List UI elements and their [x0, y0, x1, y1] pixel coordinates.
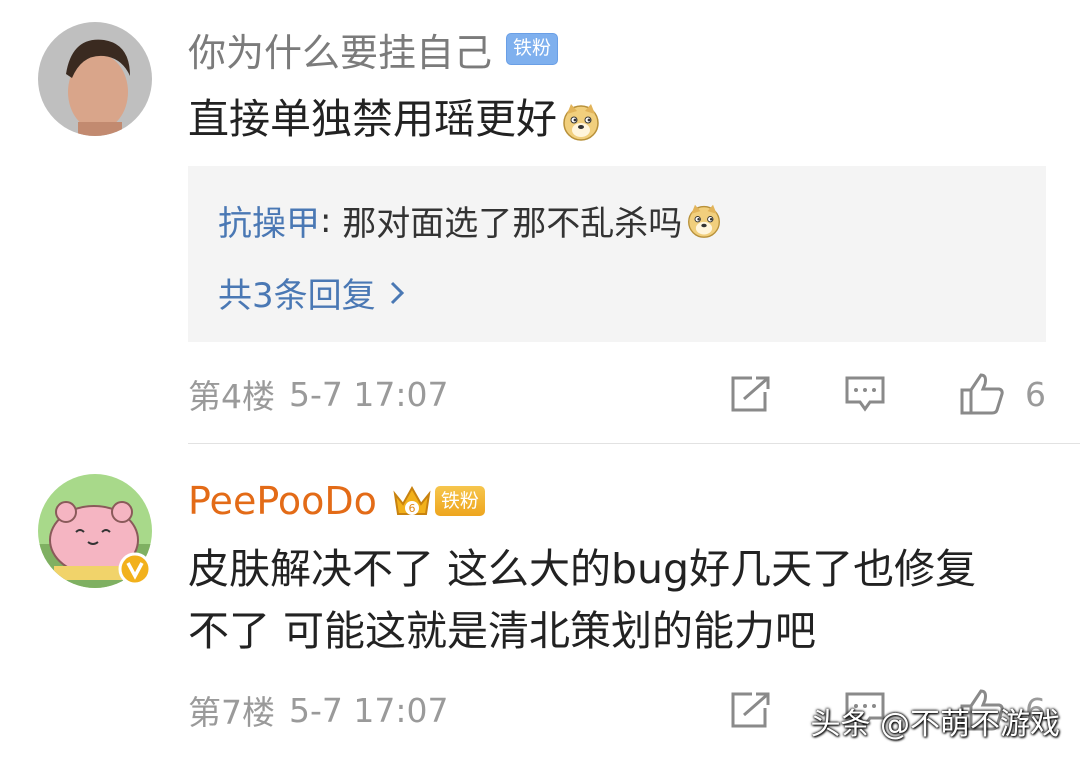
reply-separator: :	[320, 200, 343, 241]
like-count: 6	[1025, 374, 1046, 414]
watermark: 头条 @不萌不游戏	[810, 707, 1060, 742]
username-row: PeePooDo 6 铁粉	[188, 476, 485, 526]
username-row: 你为什么要挂自己 铁粉	[188, 22, 559, 77]
comment-time: 5-7 17:07	[289, 690, 449, 730]
avatar[interactable]	[38, 474, 152, 588]
floor-number: 第4楼	[188, 377, 275, 416]
comment-icon	[845, 376, 885, 412]
comment-text-line: 不了 可能这就是清北策划的能力吧	[188, 607, 817, 655]
view-replies-label: 共3条回复	[218, 276, 376, 316]
reply-author[interactable]: 抗操甲	[218, 196, 320, 245]
comment-text-content: 直接单独禁用瑶更好	[188, 95, 557, 143]
divider	[188, 443, 1080, 444]
comment-meta: 第4楼 5-7 17:07 6	[188, 364, 1046, 424]
reply-text: 那对面选了那不乱杀吗	[342, 204, 683, 244]
comment-button[interactable]	[843, 375, 887, 413]
badge-level: 6	[408, 502, 415, 515]
reply-preview[interactable]: 抗操甲: 那对面选了那不乱杀吗 共3条回复	[188, 166, 1046, 342]
comment-text: 皮肤解决不了 这么大的bug好几天了也修复 不了 可能这就是清北策划的能力吧	[188, 538, 1040, 662]
comment-time: 5-7 17:07	[289, 374, 449, 414]
fan-badge[interactable]: 6 铁粉	[391, 483, 485, 519]
doge-icon	[563, 104, 599, 141]
share-button[interactable]	[729, 375, 773, 413]
reply-line: 抗操甲: 那对面选了那不乱杀吗	[218, 196, 722, 245]
floor-number: 第7楼	[188, 693, 275, 732]
fan-badge-label: 铁粉	[434, 486, 485, 516]
action-bar: 6	[729, 372, 1046, 416]
username[interactable]: PeePooDo	[188, 479, 377, 523]
view-replies-link[interactable]: 共3条回复	[218, 268, 406, 317]
share-icon	[731, 692, 770, 728]
crown-level-icon: 6	[393, 485, 431, 515]
chevron-right-icon	[390, 281, 404, 304]
like-button[interactable]: 6	[959, 372, 1046, 416]
thumbs-up-icon	[960, 373, 1004, 415]
comment-text-line: 皮肤解决不了 这么大的bug好几天了也修复	[188, 545, 977, 593]
share-button[interactable]	[729, 691, 773, 729]
avatar[interactable]	[38, 22, 152, 136]
fan-badge[interactable]: 铁粉	[506, 33, 559, 65]
doge-icon	[688, 204, 721, 238]
verified-badge-icon	[118, 552, 152, 586]
share-icon	[731, 376, 770, 412]
username[interactable]: 你为什么要挂自己	[188, 22, 492, 77]
comment-text: 直接单独禁用瑶更好	[188, 88, 1040, 150]
